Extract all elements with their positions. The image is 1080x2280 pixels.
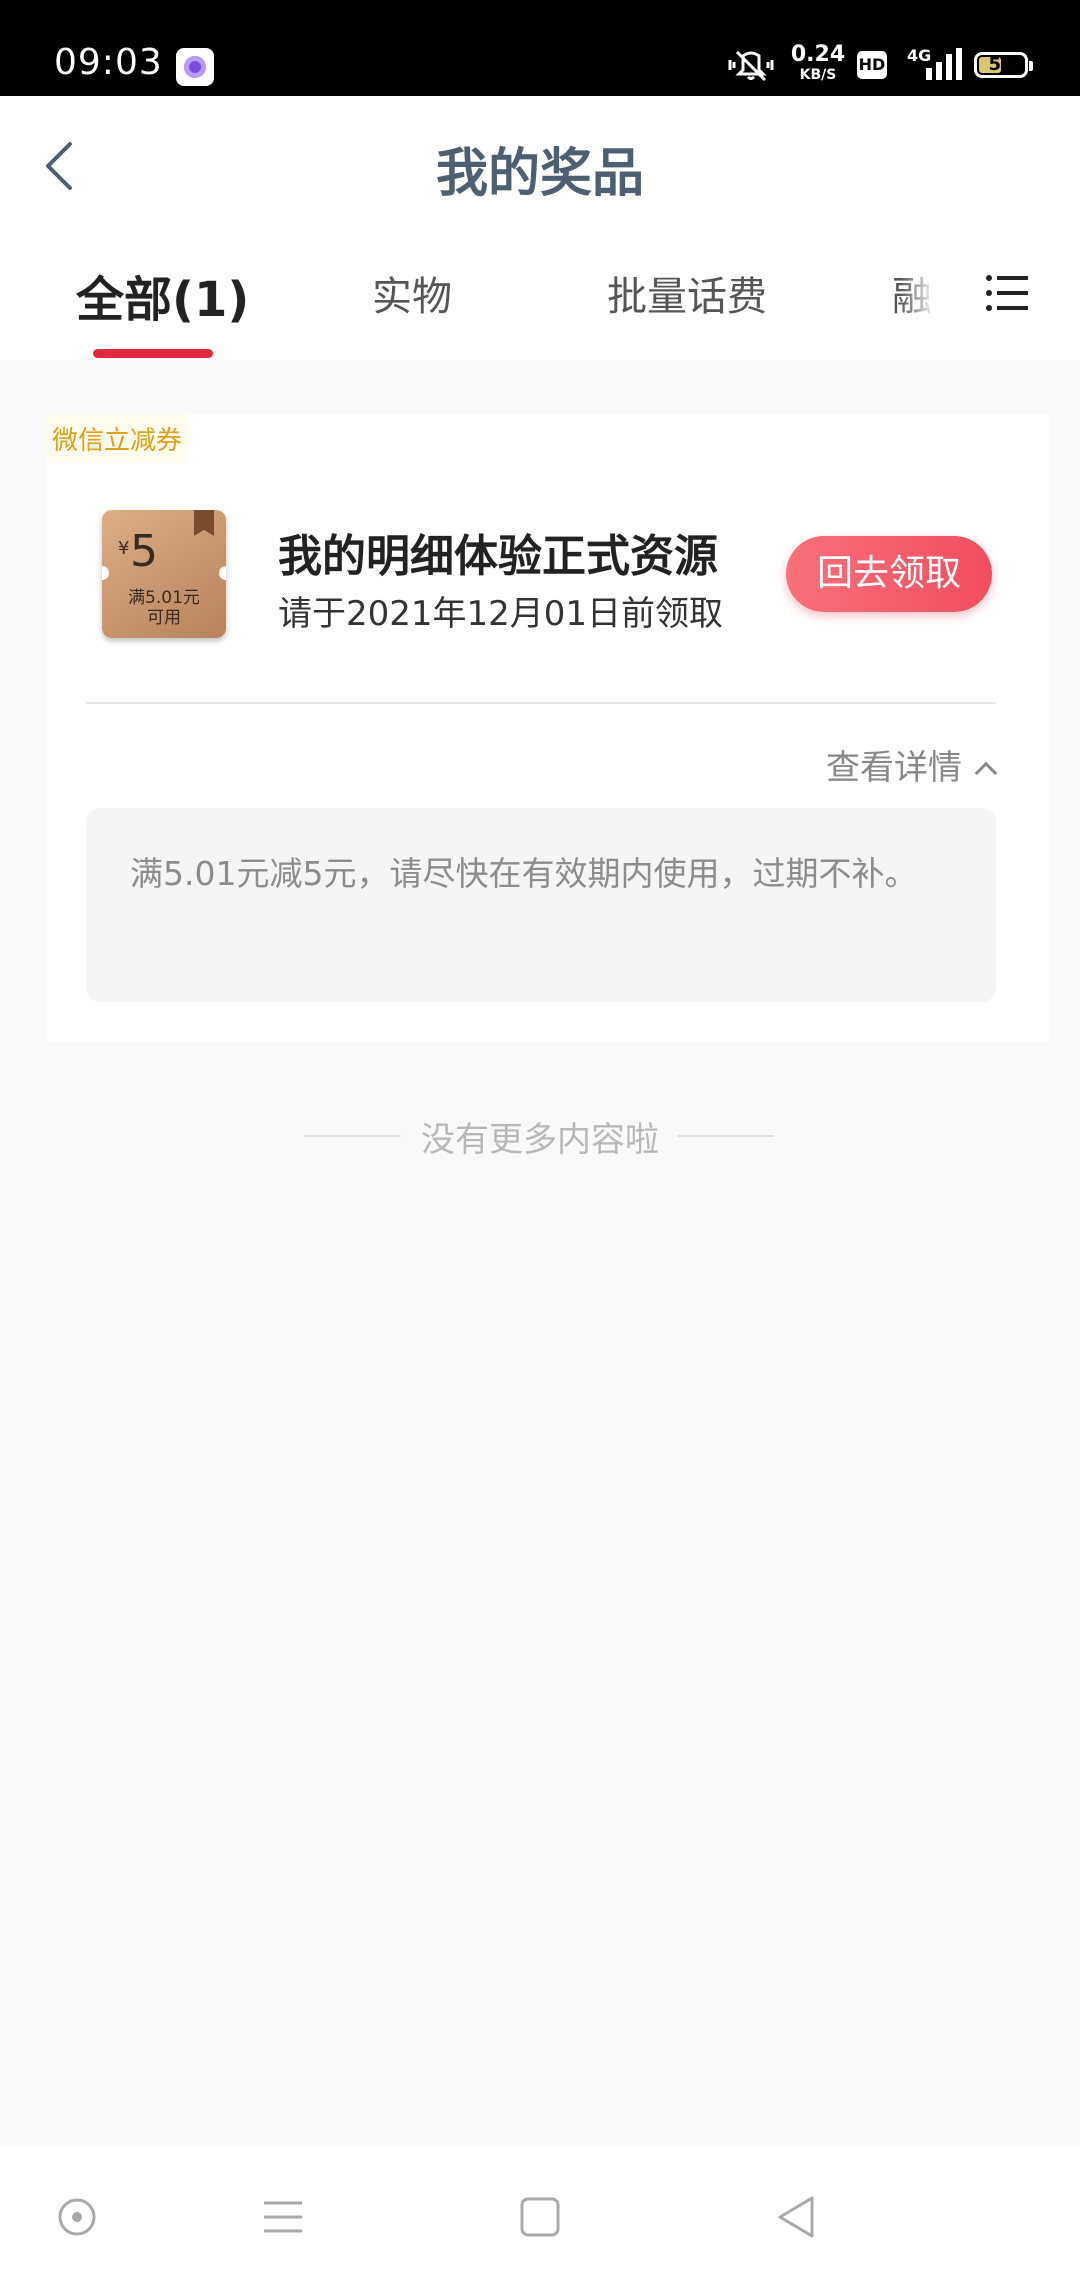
tab-bar: 全部(1) 实物 批量话费 融 (0, 234, 1080, 360)
triangle-back-icon[interactable] (770, 2190, 824, 2244)
card-divider (86, 702, 996, 704)
app-notification-icon (176, 48, 214, 86)
claim-button[interactable]: 回去领取 (786, 536, 992, 612)
tab-bulk-phone-credit[interactable]: 批量话费 (607, 264, 767, 322)
coupon-amount: 5 (130, 526, 158, 577)
details-text: 满5.01元减5元，请尽快在有效期内使用，过期不补。 (86, 808, 996, 1002)
tab-active-indicator (93, 349, 213, 358)
status-time: 09:03 (54, 42, 163, 83)
mute-vibrate-icon (728, 50, 774, 82)
network-type: 4G (907, 46, 932, 65)
coupon-notch-right (219, 566, 226, 580)
coupon-notch-left (102, 566, 109, 580)
prize-type-tag: 微信立减券 (46, 414, 189, 463)
battery-icon: 51 (974, 52, 1033, 78)
page-title: 我的奖品 (435, 144, 644, 204)
coupon-condition-line1: 满5.01元 (128, 588, 200, 608)
network-speed: 0.24 KB/S (790, 42, 846, 83)
prize-card: 微信立减券 ¥ 5 满5.01元 可用 我的明细体验正式资源 请于2021年12… (46, 414, 1050, 1042)
tab-all[interactable]: 全部(1) (76, 260, 249, 330)
coupon-currency: ¥ (118, 538, 130, 559)
coupon-condition-line2: 可用 (147, 608, 181, 628)
prize-name: 我的明细体验正式资源 (278, 531, 718, 582)
no-more-content: 没有更多内容啦 (421, 1120, 659, 1160)
chevron-up-icon (974, 761, 998, 785)
square-icon[interactable] (513, 2190, 567, 2244)
view-details-toggle[interactable]: 查看详情 (826, 740, 998, 789)
status-bar: 09:03 0.24 KB/S HD 4G 51 (0, 0, 1080, 96)
network-speed-value: 0.24 (790, 42, 846, 67)
coupon-condition: 满5.01元 可用 (102, 588, 226, 628)
view-details-label: 查看详情 (826, 748, 962, 788)
tab-physical[interactable]: 实物 (372, 264, 452, 322)
coupon-image: ¥ 5 满5.01元 可用 (102, 510, 226, 638)
circle-dot-icon[interactable] (50, 2190, 104, 2244)
list-menu-icon[interactable] (986, 272, 1028, 314)
prize-deadline: 请于2021年12月01日前领取 (278, 594, 724, 634)
no-more-line-right (678, 1135, 774, 1137)
battery-level: 51 (988, 54, 1014, 75)
coupon-ribbon-icon (194, 510, 214, 536)
hamburger-icon[interactable] (256, 2190, 310, 2244)
hd-badge: HD (857, 51, 887, 79)
network-speed-unit: KB/S (799, 67, 837, 83)
tab-fade (900, 234, 990, 360)
system-nav-bar (0, 2146, 1080, 2280)
header: 我的奖品 (0, 96, 1080, 234)
